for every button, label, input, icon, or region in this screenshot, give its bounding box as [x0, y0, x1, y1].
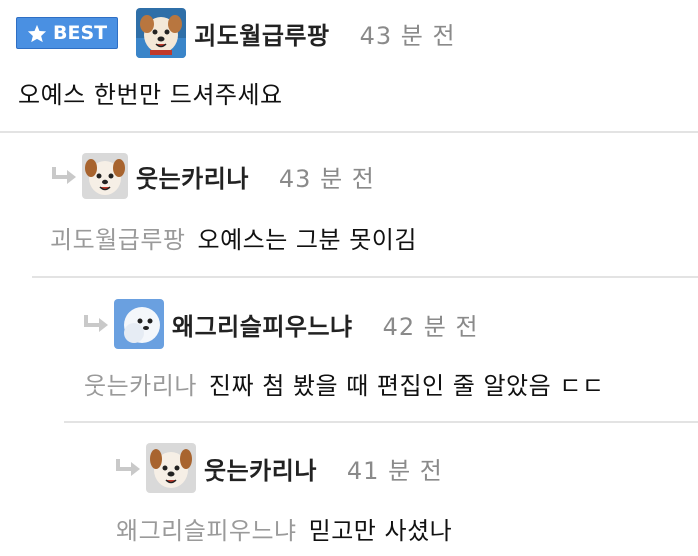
comment-text: 웃는카리나 진짜 첨 봤을 때 편집인 줄 알았음 ㄷㄷ [84, 366, 605, 401]
comment-body: 진짜 첨 봤을 때 편집인 줄 알았음 ㄷㄷ [208, 372, 605, 400]
avatar[interactable] [82, 153, 128, 199]
dog-avatar-icon [146, 443, 196, 493]
timestamp: 43 분 전 [359, 21, 456, 50]
divider [64, 421, 698, 423]
divider [0, 131, 698, 133]
mention-link[interactable]: 왜그리슬피우느냐 [116, 517, 297, 545]
timestamp: 42 분 전 [382, 312, 479, 341]
dog-avatar-icon [136, 8, 187, 58]
seal-avatar-icon [114, 299, 164, 349]
comment-text: 왜그리슬피우느냐 믿고만 사셨나 [116, 511, 452, 546]
nickname[interactable]: 웃는카리나 [204, 451, 317, 486]
reply-arrow-icon [84, 315, 108, 332]
dog-avatar-icon [82, 153, 128, 199]
comment-body: 오예스는 그분 못이김 [197, 226, 417, 254]
timestamp: 41 분 전 [346, 456, 443, 485]
comment-text: 오예스 한번만 드셔주세요 [18, 81, 283, 109]
avatar[interactable] [146, 443, 196, 493]
best-label: BEST [53, 22, 108, 44]
reply-arrow-icon [116, 459, 140, 476]
nickname[interactable]: 괴도월급루팡 [194, 16, 329, 51]
nickname[interactable]: 웃는카리나 [136, 159, 249, 194]
timestamp: 43 분 전 [278, 164, 375, 193]
reply-arrow-icon [52, 167, 76, 184]
divider [32, 276, 698, 278]
nickname[interactable]: 왜그리슬피우느냐 [172, 307, 353, 342]
avatar[interactable] [136, 8, 187, 58]
avatar[interactable] [114, 299, 164, 349]
mention-link[interactable]: 괴도월급루팡 [50, 226, 185, 254]
comment-body: 믿고만 사셨나 [308, 517, 453, 545]
star-icon [27, 24, 47, 42]
mention-link[interactable]: 웃는카리나 [84, 372, 197, 400]
best-badge: BEST [16, 17, 119, 49]
comment-text: 괴도월급루팡 오예스는 그분 못이김 [50, 220, 417, 255]
